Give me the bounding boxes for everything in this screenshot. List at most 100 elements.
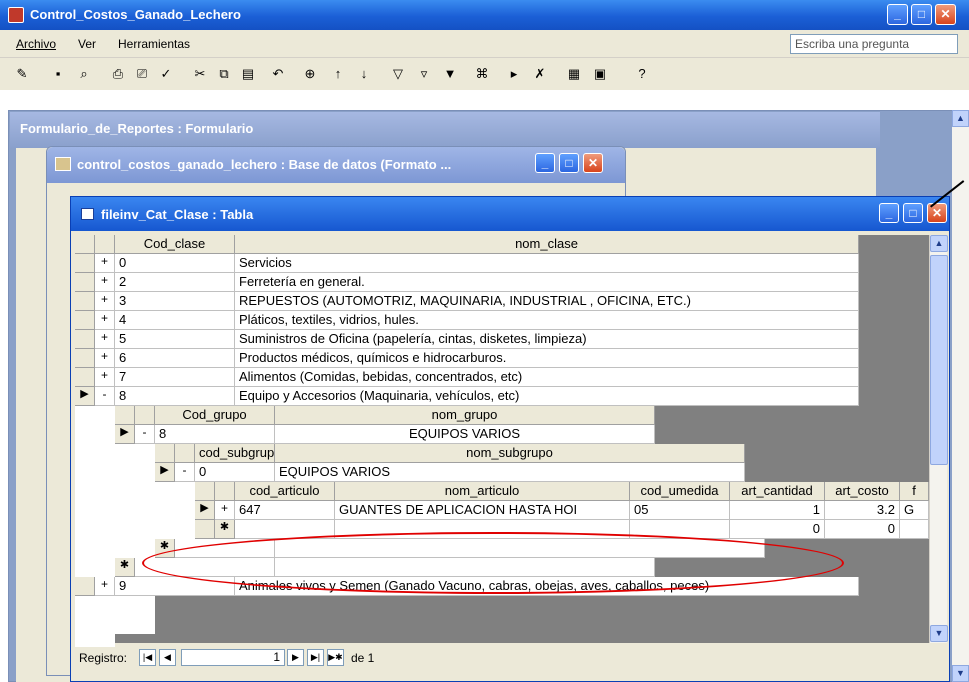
search-file-icon[interactable]: ⌕ (76, 66, 92, 82)
delete-record-icon[interactable]: ✗ (532, 66, 548, 82)
column-header-art-costo[interactable]: art_costo (825, 482, 900, 501)
sort-descending-icon[interactable]: ↓ (356, 66, 372, 82)
table-minimize-button[interactable]: _ (879, 203, 899, 223)
cell-nom-clase[interactable]: Suministros de Oficina (papelería, cinta… (235, 330, 859, 349)
expand-icon[interactable]: + (95, 349, 115, 368)
cell-extra[interactable]: G (900, 501, 929, 520)
help-icon[interactable]: ? (634, 66, 650, 82)
insert-hyperlink-icon[interactable]: ⊕ (302, 66, 318, 82)
subgrupo-row[interactable]: ▶ - 0 EQUIPOS VARIOS (155, 463, 765, 482)
table-row[interactable]: + 4 Pláticos, textiles, vidrios, hules. (75, 311, 859, 330)
current-record-arrow-icon[interactable]: ▶ (115, 425, 135, 444)
table-row[interactable]: + 5 Suministros de Oficina (papelería, c… (75, 330, 859, 349)
column-header-art-cantidad[interactable]: art_cantidad (730, 482, 825, 501)
minimize-button[interactable]: _ (887, 4, 908, 25)
current-record-arrow-icon[interactable]: ▶ (195, 501, 215, 520)
paste-icon[interactable]: ▤ (240, 66, 256, 82)
current-record-arrow-icon[interactable]: ▶ (155, 463, 175, 482)
db-close-button[interactable]: ✕ (583, 153, 603, 173)
cell-cod-clase[interactable]: 6 (115, 349, 235, 368)
design-view-icon[interactable]: ✎ (14, 66, 30, 82)
column-header-nom-subgrupo[interactable]: nom_subgrupo (275, 444, 745, 463)
cell-art-costo[interactable]: 3.2 (825, 501, 900, 520)
cell-cod-clase[interactable]: 7 (115, 368, 235, 387)
database-window-icon[interactable]: ▦ (566, 66, 582, 82)
copy-icon[interactable]: ⧉ (216, 66, 232, 82)
cell-nom-clase[interactable]: REPUESTOS (AUTOMOTRIZ, MAQUINARIA, INDUS… (235, 292, 859, 311)
new-record-button[interactable]: ▶✱ (327, 649, 344, 666)
column-header-nom-clase[interactable]: nom_clase (235, 235, 859, 254)
db-maximize-button[interactable]: □ (559, 153, 579, 173)
cut-icon[interactable]: ✂ (192, 66, 208, 82)
filter-by-form-icon[interactable]: ▿ (416, 66, 432, 82)
cell-cod-clase[interactable]: 0 (115, 254, 235, 273)
apply-filter-icon[interactable]: ▼ (442, 66, 458, 82)
current-record-arrow-icon[interactable]: ▶ (75, 387, 95, 406)
scroll-thumb[interactable] (930, 255, 948, 465)
table-row-current[interactable]: ▶ - 8 Equipo y Accesorios (Maquinaria, v… (75, 387, 859, 406)
new-record-star-icon[interactable]: ✱ (115, 558, 135, 577)
sort-ascending-icon[interactable]: ↑ (330, 66, 346, 82)
column-header-cod-subgrupo[interactable]: cod_subgrupo (195, 444, 275, 463)
cell-cod-clase[interactable]: 2 (115, 273, 235, 292)
cell-art-cantidad[interactable]: 1 (730, 501, 825, 520)
new-record-star-icon[interactable]: ✱ (215, 520, 235, 539)
expand-icon[interactable]: + (95, 368, 115, 387)
grupo-row[interactable]: ▶ - 8 EQUIPOS VARIOS (115, 425, 655, 444)
last-record-button[interactable]: ▶| (307, 649, 324, 666)
print-preview-icon[interactable]: ⎚ (134, 66, 150, 82)
cell-cod-clase[interactable]: 5 (115, 330, 235, 349)
next-record-button[interactable]: ▶ (287, 649, 304, 666)
previous-record-button[interactable]: ◀ (159, 649, 176, 666)
menu-herramientas[interactable]: Herramientas (118, 37, 190, 51)
collapse-icon[interactable]: - (135, 425, 155, 444)
find-icon[interactable]: ⌘ (474, 66, 490, 82)
cell-cod-clase[interactable]: 8 (115, 387, 235, 406)
cell-nom-clase[interactable]: Ferretería en general. (235, 273, 859, 292)
cell-nom-clase[interactable]: Pláticos, textiles, vidrios, hules. (235, 311, 859, 330)
scroll-up-icon[interactable]: ▲ (930, 235, 948, 252)
table-row[interactable]: + 6 Productos médicos, químicos e hidroc… (75, 349, 859, 368)
cell-art-cantidad-default[interactable]: 0 (730, 520, 825, 539)
table-maximize-button[interactable]: □ (903, 203, 923, 223)
column-header-cod-articulo[interactable]: cod_articulo (235, 482, 335, 501)
filter-by-selection-icon[interactable]: ▽ (390, 66, 406, 82)
expand-icon[interactable]: + (95, 330, 115, 349)
print-icon[interactable]: ⎙ (110, 66, 126, 82)
cell-cod-grupo[interactable]: 8 (155, 425, 275, 444)
expand-icon[interactable]: + (95, 311, 115, 330)
scroll-down-icon[interactable]: ▼ (952, 665, 969, 682)
column-header-cod-umedida[interactable]: cod_umedida (630, 482, 730, 501)
cell-nom-grupo[interactable]: EQUIPOS VARIOS (275, 425, 655, 444)
expand-icon[interactable]: + (95, 254, 115, 273)
expand-icon[interactable]: + (215, 501, 235, 520)
expand-icon[interactable]: + (95, 292, 115, 311)
table-row[interactable]: + 2 Ferretería en general. (75, 273, 859, 292)
cell-nom-subgrupo[interactable]: EQUIPOS VARIOS (275, 463, 745, 482)
ask-question-box[interactable]: Escriba una pregunta (790, 34, 958, 54)
column-header-cod-clase[interactable]: Cod_clase (115, 235, 235, 254)
cell-nom-clase[interactable]: Alimentos (Comidas, bebidas, concentrado… (235, 368, 859, 387)
first-record-button[interactable]: |◀ (139, 649, 156, 666)
cell-art-costo-default[interactable]: 0 (825, 520, 900, 539)
column-header-nom-articulo[interactable]: nom_articulo (335, 482, 630, 501)
column-header-nom-grupo[interactable]: nom_grupo (275, 406, 655, 425)
cell-nom-clase[interactable]: Servicios (235, 254, 859, 273)
close-button[interactable]: ✕ (935, 4, 956, 25)
menu-archivo[interactable]: Archivo (16, 37, 56, 51)
menu-ver[interactable]: Ver (78, 37, 96, 51)
cell-cod-subgrupo[interactable]: 0 (195, 463, 275, 482)
main-vertical-scrollbar[interactable]: ▲ ▼ (952, 110, 969, 682)
new-object-icon[interactable]: ▣ (592, 66, 608, 82)
table-row[interactable]: + 7 Alimentos (Comidas, bebidas, concent… (75, 368, 859, 387)
save-icon[interactable]: ▪ (50, 66, 66, 82)
expand-icon[interactable]: + (95, 273, 115, 292)
table-vertical-scrollbar[interactable]: ▲ ▼ (929, 235, 948, 643)
new-record-icon[interactable]: ▸ (506, 66, 522, 82)
expand-icon[interactable]: + (95, 577, 115, 596)
cell-nom-articulo[interactable]: GUANTES DE APLICACION HASTA HOI (335, 501, 630, 520)
collapse-icon[interactable]: - (175, 463, 195, 482)
column-header-extra[interactable]: f (900, 482, 929, 501)
scroll-down-icon[interactable]: ▼ (930, 625, 948, 642)
undo-icon[interactable]: ↶ (270, 66, 286, 82)
